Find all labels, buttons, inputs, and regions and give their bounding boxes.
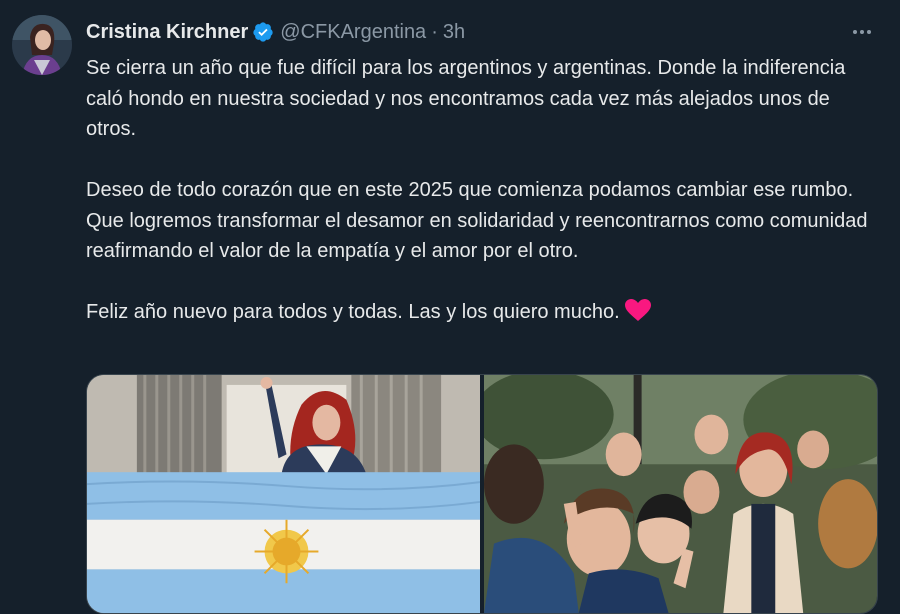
- photo-group-selfie[interactable]: [484, 375, 877, 613]
- photo-balcony-flag-image: [87, 375, 480, 613]
- tweet: Cristina Kirchner @CFKArgentina · 3h Se …: [0, 0, 900, 614]
- avatar-image: [12, 15, 72, 75]
- photo-balcony-flag[interactable]: [87, 375, 480, 613]
- tweet-header: Cristina Kirchner @CFKArgentina · 3h: [86, 18, 465, 46]
- avatar[interactable]: [12, 15, 72, 75]
- tweet-paragraph: Feliz año nuevo para todos y todas. Las …: [86, 297, 876, 328]
- timestamp[interactable]: 3h: [443, 21, 465, 44]
- more-options-button[interactable]: [842, 18, 882, 46]
- tweet-paragraph: Deseo de todo corazón que en este 2025 q…: [86, 179, 868, 262]
- separator-dot: ·: [431, 20, 438, 43]
- verified-badge-icon: [253, 22, 273, 42]
- tweet-paragraph: Se cierra un año que fue difícil para lo…: [86, 57, 846, 140]
- media-grid: [86, 374, 878, 614]
- tweet-paragraph-text: Feliz año nuevo para todos y todas. Las …: [86, 301, 620, 323]
- more-dot-icon: [867, 30, 871, 34]
- more-dot-icon: [860, 30, 864, 34]
- more-dot-icon: [853, 30, 857, 34]
- author-name[interactable]: Cristina Kirchner: [86, 21, 248, 44]
- author-handle[interactable]: @CFKArgentina: [280, 21, 426, 44]
- heart-icon: [624, 299, 651, 321]
- tweet-body: Se cierra un año que fue difícil para lo…: [86, 53, 876, 328]
- photo-group-selfie-image: [484, 375, 877, 613]
